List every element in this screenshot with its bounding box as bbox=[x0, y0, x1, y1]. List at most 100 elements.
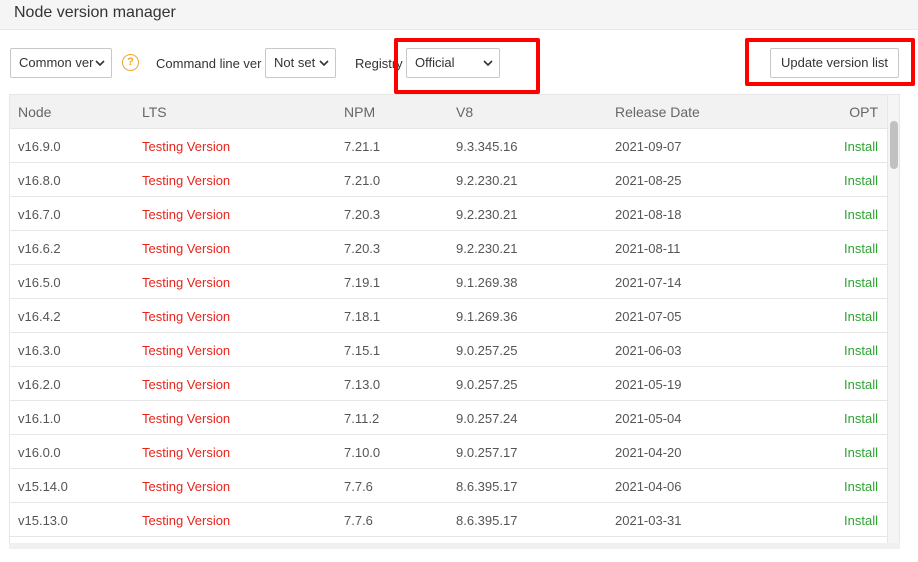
toolbar: Common ver ? Command line ver Not set Re… bbox=[0, 30, 918, 94]
cell-release-date: 2021-08-18 bbox=[615, 207, 682, 222]
cell-release-date: 2021-08-25 bbox=[615, 173, 682, 188]
table-row: v16.7.0 Testing Version 7.20.3 9.2.230.2… bbox=[10, 197, 888, 231]
cell-npm: 7.21.1 bbox=[344, 139, 381, 154]
cell-npm: 7.20.3 bbox=[344, 241, 381, 256]
cell-npm: 7.15.1 bbox=[344, 343, 381, 358]
cell-node: v16.1.0 bbox=[18, 411, 61, 426]
install-link[interactable]: Install bbox=[844, 377, 878, 392]
help-icon[interactable]: ? bbox=[122, 54, 139, 71]
title-bar: Node version manager bbox=[0, 0, 918, 30]
cell-node: v16.5.0 bbox=[18, 275, 61, 290]
install-link[interactable]: Install bbox=[844, 445, 878, 460]
registry-select[interactable]: Official bbox=[406, 48, 500, 78]
cell-npm: 7.7.6 bbox=[344, 513, 373, 528]
update-version-list-button[interactable]: Update version list bbox=[770, 48, 899, 78]
install-link[interactable]: Install bbox=[844, 343, 878, 358]
cell-release-date: 2021-09-07 bbox=[615, 139, 682, 154]
cell-lts: Testing Version bbox=[142, 445, 231, 460]
cell-lts: Testing Version bbox=[142, 377, 231, 392]
header-release-date: Release Date bbox=[615, 104, 700, 120]
cell-node: v16.0.0 bbox=[18, 445, 61, 460]
chevron-down-icon bbox=[95, 58, 105, 68]
table-row: v16.4.2 Testing Version 7.18.1 9.1.269.3… bbox=[10, 299, 888, 333]
cell-npm: 7.19.1 bbox=[344, 275, 381, 290]
vertical-scrollbar[interactable] bbox=[887, 95, 899, 543]
install-link[interactable]: Install bbox=[844, 139, 878, 154]
cell-v8: 9.2.230.21 bbox=[456, 207, 518, 222]
cell-v8: 9.3.345.16 bbox=[456, 139, 518, 154]
command-line-label: Command line ver bbox=[156, 56, 262, 71]
cell-v8: 9.0.257.24 bbox=[456, 411, 518, 426]
chevron-down-icon bbox=[483, 58, 493, 68]
cell-lts: Testing Version bbox=[142, 343, 231, 358]
install-link[interactable]: Install bbox=[844, 241, 878, 256]
horizontal-scrollbar[interactable] bbox=[9, 543, 900, 549]
install-link[interactable]: Install bbox=[844, 411, 878, 426]
header-opt: OPT bbox=[849, 104, 878, 120]
cell-v8: 9.1.269.38 bbox=[456, 275, 518, 290]
cell-v8: 9.0.257.17 bbox=[456, 445, 518, 460]
cell-node: v16.8.0 bbox=[18, 173, 61, 188]
cell-npm: 7.7.6 bbox=[344, 479, 373, 494]
cell-release-date: 2021-05-19 bbox=[615, 377, 682, 392]
header-v8: V8 bbox=[456, 104, 474, 120]
header-npm: NPM bbox=[344, 104, 376, 120]
cell-lts: Testing Version bbox=[142, 309, 231, 324]
cell-node: v15.14.0 bbox=[18, 479, 68, 494]
cell-node: v15.13.0 bbox=[18, 513, 68, 528]
cell-node: v16.7.0 bbox=[18, 207, 61, 222]
table-row: v15.14.0 Testing Version 7.7.6 8.6.395.1… bbox=[10, 469, 888, 503]
header-node: Node bbox=[18, 104, 52, 120]
header-lts: LTS bbox=[142, 104, 167, 120]
scrollbar-thumb[interactable] bbox=[890, 121, 898, 169]
table-row: v16.5.0 Testing Version 7.19.1 9.1.269.3… bbox=[10, 265, 888, 299]
install-link[interactable]: Install bbox=[844, 275, 878, 290]
registry-label: Registry bbox=[355, 56, 403, 71]
cell-release-date: 2021-03-31 bbox=[615, 513, 682, 528]
cell-release-date: 2021-08-11 bbox=[615, 241, 681, 256]
cell-lts: Testing Version bbox=[142, 207, 231, 222]
install-link[interactable]: Install bbox=[844, 207, 878, 222]
table-row: v15.13.0 Testing Version 7.7.6 8.6.395.1… bbox=[10, 503, 888, 537]
cell-v8: 9.0.257.25 bbox=[456, 343, 518, 358]
cell-lts: Testing Version bbox=[142, 275, 231, 290]
table-row: v16.3.0 Testing Version 7.15.1 9.0.257.2… bbox=[10, 333, 888, 367]
cell-release-date: 2021-04-20 bbox=[615, 445, 682, 460]
command-line-version-select[interactable]: Not set bbox=[265, 48, 336, 78]
cell-npm: 7.11.2 bbox=[344, 411, 380, 426]
table-row: v16.1.0 Testing Version 7.11.2 9.0.257.2… bbox=[10, 401, 888, 435]
cell-npm: 7.18.1 bbox=[344, 309, 381, 324]
command-line-select-value: Not set bbox=[274, 55, 316, 70]
table-header: Node LTS NPM V8 Release Date OPT bbox=[10, 95, 888, 129]
table-row: v16.8.0 Testing Version 7.21.0 9.2.230.2… bbox=[10, 163, 888, 197]
cell-node: v16.2.0 bbox=[18, 377, 61, 392]
cell-npm: 7.10.0 bbox=[344, 445, 381, 460]
registry-select-value: Official bbox=[415, 55, 455, 70]
chevron-down-icon bbox=[319, 58, 329, 68]
cell-node: v16.6.2 bbox=[18, 241, 61, 256]
cell-lts: Testing Version bbox=[142, 173, 231, 188]
install-link[interactable]: Install bbox=[844, 479, 878, 494]
cell-lts: Testing Version bbox=[142, 241, 231, 256]
install-link[interactable]: Install bbox=[844, 309, 878, 324]
cell-node: v16.4.2 bbox=[18, 309, 61, 324]
cell-release-date: 2021-05-04 bbox=[615, 411, 682, 426]
cell-release-date: 2021-07-14 bbox=[615, 275, 682, 290]
cell-lts: Testing Version bbox=[142, 139, 231, 154]
cell-v8: 9.0.257.25 bbox=[456, 377, 518, 392]
cell-v8: 8.6.395.17 bbox=[456, 513, 518, 528]
cell-node: v16.9.0 bbox=[18, 139, 61, 154]
cell-v8: 9.2.230.21 bbox=[456, 241, 518, 256]
cell-release-date: 2021-04-06 bbox=[615, 479, 682, 494]
install-link[interactable]: Install bbox=[844, 513, 878, 528]
install-link[interactable]: Install bbox=[844, 173, 878, 188]
cell-lts: Testing Version bbox=[142, 513, 231, 528]
cell-release-date: 2021-07-05 bbox=[615, 309, 682, 324]
cell-v8: 8.6.395.17 bbox=[456, 479, 518, 494]
common-version-select[interactable]: Common ver bbox=[10, 48, 112, 78]
table-row: v16.9.0 Testing Version 7.21.1 9.3.345.1… bbox=[10, 129, 888, 163]
cell-lts: Testing Version bbox=[142, 411, 231, 426]
cell-node: v16.3.0 bbox=[18, 343, 61, 358]
cell-v8: 9.1.269.36 bbox=[456, 309, 518, 324]
table-row: v16.6.2 Testing Version 7.20.3 9.2.230.2… bbox=[10, 231, 888, 265]
